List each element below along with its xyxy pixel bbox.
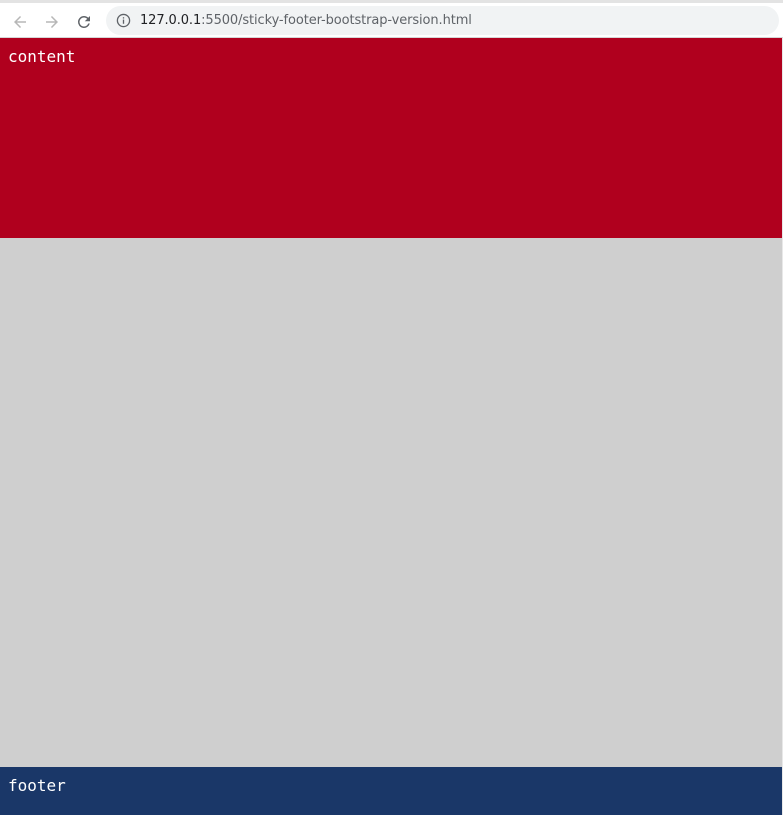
address-bar[interactable]: 127.0.0.1:5500/sticky-footer-bootstrap-v… [106, 6, 779, 35]
reload-icon [77, 15, 90, 28]
footer-section: footer [0, 767, 782, 815]
page-body: content footer [0, 38, 783, 815]
back-button[interactable] [6, 8, 34, 36]
content-label: content [8, 47, 76, 66]
browser-toolbar: 127.0.0.1:5500/sticky-footer-bootstrap-v… [0, 0, 783, 38]
arrow-left-icon [14, 16, 26, 28]
arrow-right-icon [46, 16, 58, 28]
forward-button[interactable] [38, 8, 66, 36]
url-host: 127.0.0.1 [140, 13, 202, 28]
info-icon[interactable] [116, 13, 131, 28]
url-path: :5500/sticky-footer-bootstrap-version.ht… [201, 13, 472, 28]
reload-button[interactable] [70, 8, 98, 36]
url-text: 127.0.0.1:5500/sticky-footer-bootstrap-v… [140, 13, 472, 28]
footer-label: footer [8, 776, 66, 795]
content-section: content [0, 38, 782, 238]
